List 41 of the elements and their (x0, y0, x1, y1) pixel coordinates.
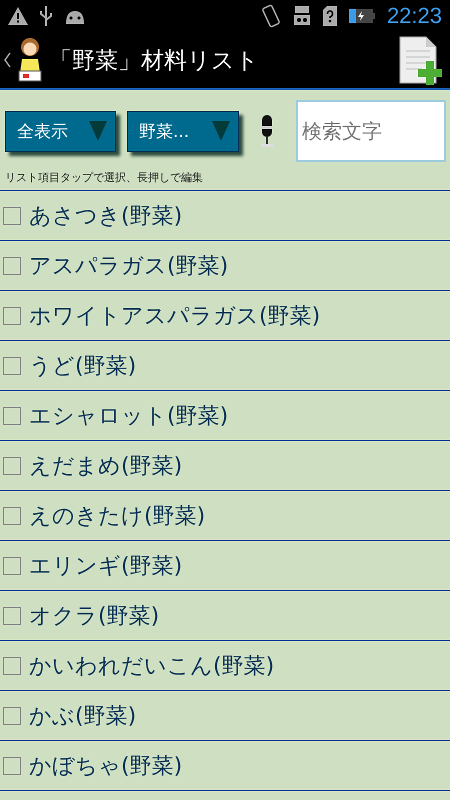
checkbox[interactable] (3, 456, 21, 474)
checkbox[interactable] (3, 556, 21, 574)
checkbox[interactable] (3, 756, 21, 774)
list-item[interactable]: アスパラガス(野菜) (29, 250, 228, 280)
list-item[interactable]: オクラ(野菜) (29, 600, 160, 630)
screen-title: 「野菜」材料リスト (49, 46, 260, 76)
list-item[interactable]: あさつき(野菜) (29, 200, 182, 230)
checkbox[interactable] (3, 656, 21, 674)
checkbox[interactable] (3, 706, 21, 724)
checkbox[interactable] (3, 506, 21, 524)
list-item[interactable]: ホワイトアスパラガス(野菜) (29, 300, 320, 330)
list-item[interactable]: かぶ(野菜) (29, 700, 136, 730)
hint-text: リスト項目タップで選択、長押しで編集 (5, 170, 204, 185)
checkbox[interactable] (3, 206, 21, 224)
filter-dropdown[interactable]: 全表示 (5, 110, 116, 152)
list-item[interactable]: えのきたけ(野菜) (29, 500, 206, 530)
microphone-icon[interactable] (260, 115, 274, 147)
checkbox[interactable] (3, 356, 21, 374)
filter-dropdown[interactable]: 野菜... (127, 110, 239, 152)
battery-icon (348, 9, 375, 23)
clock: 22:23 (386, 3, 442, 29)
phone-vibrate-icon (260, 4, 281, 28)
list-item[interactable]: エシャロット(野菜) (29, 400, 228, 430)
list-item[interactable]: うど(野菜) (29, 350, 136, 380)
checkbox[interactable] (3, 406, 21, 424)
list-item[interactable]: かいわれだいこん(野菜) (29, 650, 274, 680)
list-item[interactable]: かぼちゃ(野菜) (29, 750, 182, 780)
usb-icon (40, 6, 52, 26)
sim-card-icon (322, 6, 337, 26)
warning-icon (8, 7, 28, 25)
search-field[interactable]: 検索文字 (296, 100, 446, 162)
back-icon[interactable] (4, 52, 11, 68)
add-document-icon[interactable] (398, 35, 442, 85)
checkbox[interactable] (3, 256, 21, 274)
list-item[interactable]: エリンギ(野菜) (29, 550, 182, 580)
cook-figure-icon (17, 37, 43, 83)
checkbox[interactable] (3, 606, 21, 624)
robot-icon (64, 8, 86, 24)
voicemail-icon (292, 5, 311, 27)
list-item[interactable]: えだまめ(野菜) (29, 450, 182, 480)
checkbox[interactable] (3, 306, 21, 324)
